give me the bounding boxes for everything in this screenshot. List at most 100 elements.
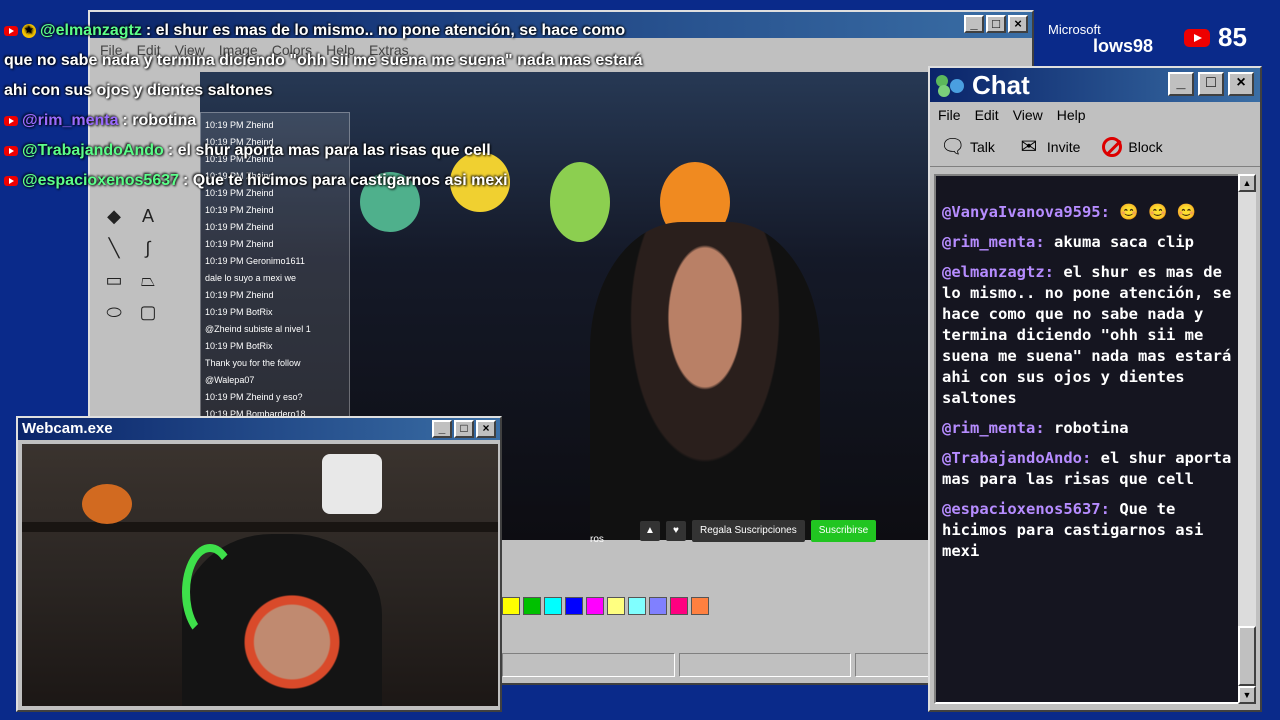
scroll-thumb[interactable] <box>1238 626 1256 686</box>
overlay-chat-line: @TrabajandoAndo: el shur aporta mas para… <box>4 136 724 166</box>
color-swatch[interactable] <box>691 597 709 615</box>
chat-window-controls: _ □ × <box>1168 72 1254 96</box>
youtube-icon <box>4 116 18 126</box>
color-swatch[interactable] <box>502 597 520 615</box>
invite-label: Invite <box>1046 139 1081 155</box>
member-badge-icon: ★ <box>22 24 36 38</box>
stream-chat-line: 10:19 PM BotRix <box>205 341 273 351</box>
fill-bucket-icon[interactable]: ◆ <box>100 202 128 230</box>
close-button[interactable]: × <box>476 420 496 438</box>
color-swatch[interactable] <box>628 597 646 615</box>
overlay-chat-line: @espacioxenos5637: Que te hicimos para c… <box>4 166 724 196</box>
chat-title: Chat <box>972 69 1030 100</box>
block-button[interactable]: Block <box>1102 137 1163 157</box>
minimize-button[interactable]: _ <box>432 420 452 438</box>
overlay-chat-user: @elmanzagtz <box>40 22 142 39</box>
overlay-chat-line: ahi con sus ojos y dientes saltones <box>4 82 273 99</box>
microsoft-logo: Microsoft <box>1048 22 1101 37</box>
color-swatch[interactable] <box>670 597 688 615</box>
gift-subscriptions-button[interactable]: Regala Suscripciones <box>692 520 805 542</box>
invite-button[interactable]: ✉ Invite <box>1017 135 1081 159</box>
color-swatch[interactable] <box>523 597 541 615</box>
stream-chat-line: 10:19 PM Geronimo1611 <box>205 256 305 266</box>
chat-message: @VanyaIvanova9595: 😊 😊 😊 <box>942 202 1232 223</box>
talk-button[interactable]: 🗨 Talk <box>940 135 995 159</box>
youtube-action-bar: ▲ ♥ Regala Suscripciones Suscribirse <box>640 520 877 542</box>
viewer-count: 85 <box>1218 22 1247 52</box>
menu-view[interactable]: View <box>1013 102 1043 128</box>
streamer-figure <box>590 222 820 540</box>
stream-chat-line: 10:19 PM Zheind y eso? <box>205 392 303 402</box>
menu-edit[interactable]: Edit <box>975 102 999 128</box>
maximize-button[interactable]: □ <box>1198 72 1224 96</box>
overlay-chat-user: @TrabajandoAndo <box>22 142 164 159</box>
line-tool-icon[interactable]: ╲ <box>100 234 128 262</box>
overlay-chat-line: ★ @elmanzagtz: el shur es mas de lo mism… <box>4 16 724 46</box>
chat-message-user: @VanyaIvanova9595: <box>942 203 1110 221</box>
color-swatch[interactable] <box>649 597 667 615</box>
close-button[interactable]: × <box>1008 15 1028 33</box>
ros-text: ros <box>590 534 604 545</box>
chat-scrollbar[interactable]: ▲ ▼ <box>1238 174 1256 704</box>
subscribe-button[interactable]: Suscribirse <box>810 520 877 542</box>
heart-icon[interactable]: ♥ <box>666 521 686 541</box>
flowers <box>82 484 132 524</box>
chat-message-user: @rim_menta: <box>942 419 1045 437</box>
overlay-chat-text: : el shur es mas de lo mismo.. no pone a… <box>145 22 626 39</box>
chat-message: @elmanzagtz: el shur es mas de lo mismo.… <box>942 262 1232 409</box>
windows98-logo: lows98 <box>1093 36 1154 56</box>
color-swatch[interactable] <box>565 597 583 615</box>
viewer-counter: 85 <box>1184 22 1247 53</box>
polygon-tool-icon[interactable]: ⏢ <box>134 266 162 294</box>
stream-chat-line: 10:19 PM Zheind <box>205 205 274 215</box>
overlay-chat-text: : robotina <box>122 112 197 129</box>
menu-file[interactable]: File <box>938 102 961 128</box>
ellipse-tool-icon[interactable]: ⬭ <box>100 298 128 326</box>
color-swatch[interactable] <box>544 597 562 615</box>
overlay-chat-line: @rim_menta: robotina <box>4 106 724 136</box>
close-button[interactable]: × <box>1228 72 1254 96</box>
green-headset <box>182 544 238 640</box>
chat-message-text: el shur es mas de lo mismo.. no pone ate… <box>942 263 1232 407</box>
overlay-chat-user: @espacioxenos5637 <box>22 172 180 189</box>
minimize-button[interactable]: _ <box>964 15 984 33</box>
chat-message-user: @espacioxenos5637: <box>942 500 1110 518</box>
scroll-down-icon[interactable]: ▼ <box>1238 686 1256 704</box>
talk-label: Talk <box>970 139 995 155</box>
bell-icon[interactable]: ▲ <box>640 521 660 541</box>
maximize-button[interactable]: □ <box>986 15 1006 33</box>
scroll-up-icon[interactable]: ▲ <box>1238 174 1256 192</box>
stream-chat-line: Thank you for the follow <box>205 358 301 368</box>
youtube-icon <box>4 146 18 156</box>
chat-message: @espacioxenos5637: Que te hicimos para c… <box>942 499 1232 562</box>
stream-chat-line: 10:19 PM Zheind <box>205 239 274 249</box>
curve-tool-icon[interactable]: ∫ <box>134 234 162 262</box>
menu-help[interactable]: Help <box>1057 102 1086 128</box>
smile-emoji-icon: 😊 😊 😊 <box>1119 203 1196 221</box>
maximize-button[interactable]: □ <box>454 420 474 438</box>
chat-message-text: akuma saca clip <box>1044 233 1194 251</box>
chat-messages: @VanyaIvanova9595: 😊 😊 😊 @rim_menta: aku… <box>934 174 1240 704</box>
stream-chat-line: 10:19 PM Zheind <box>205 290 274 300</box>
overlay-chat-line: que no sabe nada y termina diciendo "ohh… <box>4 52 643 69</box>
chat-window: Chat _ □ × File Edit View Help 🗨 Talk ✉ … <box>928 66 1262 712</box>
youtube-icon <box>1184 28 1210 47</box>
webcam-video <box>22 444 498 706</box>
stream-chat-line: dale lo suyo a mexi we <box>205 273 297 283</box>
color-swatch[interactable] <box>607 597 625 615</box>
overlay-chat: ★ @elmanzagtz: el shur es mas de lo mism… <box>4 16 724 196</box>
status-cell <box>678 653 852 677</box>
paper-towels <box>322 454 382 514</box>
block-label: Block <box>1128 139 1163 155</box>
rounded-rect-tool-icon[interactable]: ▢ <box>134 298 162 326</box>
stream-chat-line: @Zheind subiste al nivel 1 <box>205 324 311 334</box>
talk-icon: 🗨 <box>940 136 966 158</box>
chat-menubar: File Edit View Help <box>930 102 1260 128</box>
chat-toolbar: 🗨 Talk ✉ Invite Block <box>930 128 1260 167</box>
color-swatch[interactable] <box>586 597 604 615</box>
chat-message-user: @elmanzagtz: <box>942 263 1054 281</box>
minimize-button[interactable]: _ <box>1168 72 1194 96</box>
rectangle-tool-icon[interactable]: ▭ <box>100 266 128 294</box>
text-tool-icon[interactable]: A <box>134 202 162 230</box>
webcam-window: Webcam.exe _ □ × <box>16 416 502 712</box>
